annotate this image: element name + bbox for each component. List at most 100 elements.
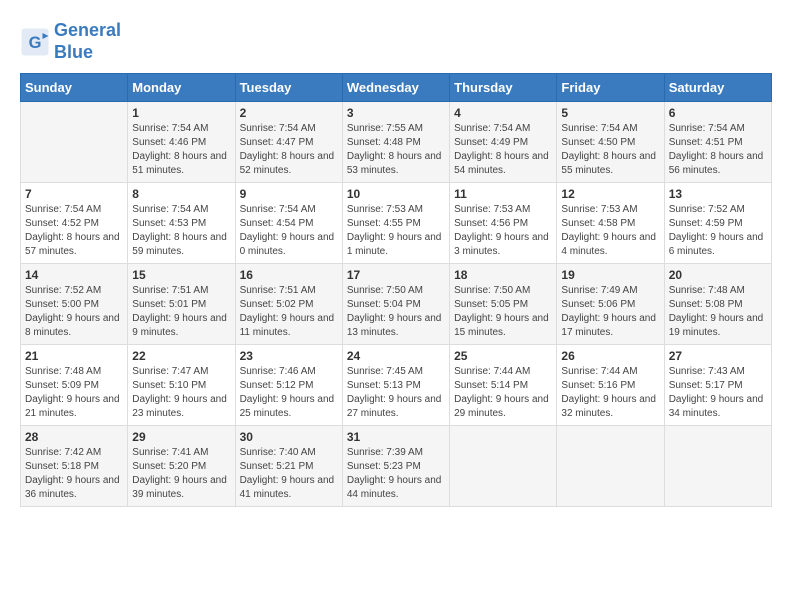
logo: G General Blue	[20, 20, 121, 63]
cell-details: Sunrise: 7:53 AMSunset: 4:56 PMDaylight:…	[454, 203, 552, 259]
day-number: 2	[240, 106, 338, 120]
day-number: 11	[454, 187, 552, 201]
cell-details: Sunrise: 7:54 AMSunset: 4:53 PMDaylight:…	[132, 203, 230, 259]
calendar-cell: 17Sunrise: 7:50 AMSunset: 5:04 PMDayligh…	[342, 264, 449, 345]
calendar-cell: 22 Sunrise: 7:47 AMSunset: 5:10 PMDayligh…	[128, 345, 235, 426]
calendar-cell: 18 Sunrise: 7:50 AMSunset: 5:05 PMDayligh…	[450, 264, 557, 345]
day-number: 4	[454, 106, 552, 120]
weekday-header-row: SundayMondayTuesdayWednesdayThursdayFrid…	[21, 74, 772, 102]
calendar-cell: 23Sunrise: 7:46 AMSunset: 5:12 PMDayligh…	[235, 345, 342, 426]
calendar-cell: 30Sunrise: 7:40 AMSunset: 5:21 PMDayligh…	[235, 426, 342, 507]
cell-details: Sunrise: 7:54 AMSunset: 4:50 PMDaylight:…	[561, 122, 659, 178]
calendar-cell: 2 Sunrise: 7:54 AMSunset: 4:47 PMDaylight…	[235, 102, 342, 183]
calendar-cell: 10 Sunrise: 7:53 AMSunset: 4:55 PMDayligh…	[342, 183, 449, 264]
calendar-cell: 27 Sunrise: 7:43 AMSunset: 5:17 PMDayligh…	[664, 345, 771, 426]
calendar-cell	[664, 426, 771, 507]
calendar-cell: 9Sunrise: 7:54 AMSunset: 4:54 PMDaylight…	[235, 183, 342, 264]
calendar-cell: 1 Sunrise: 7:54 AMSunset: 4:46 PMDaylight…	[128, 102, 235, 183]
cell-details: Sunrise: 7:43 AMSunset: 5:17 PMDaylight:…	[669, 365, 767, 421]
cell-details: Sunrise: 7:53 AMSunset: 4:58 PMDaylight:…	[561, 203, 659, 259]
calendar-cell: 21Sunrise: 7:48 AMSunset: 5:09 PMDayligh…	[21, 345, 128, 426]
cell-details: Sunrise: 7:54 AMSunset: 4:46 PMDaylight:…	[132, 122, 230, 178]
weekday-header-friday: Friday	[557, 74, 664, 102]
cell-details: Sunrise: 7:50 AMSunset: 5:05 PMDaylight:…	[454, 284, 552, 340]
logo-icon: G	[20, 27, 50, 57]
calendar-cell: 19 Sunrise: 7:49 AMSunset: 5:06 PMDayligh…	[557, 264, 664, 345]
cell-details: Sunrise: 7:42 AMSunset: 5:18 PMDaylight:…	[25, 446, 123, 502]
calendar-cell: 29Sunrise: 7:41 AMSunset: 5:20 PMDayligh…	[128, 426, 235, 507]
calendar-cell: 20 Sunrise: 7:48 AMSunset: 5:08 PMDayligh…	[664, 264, 771, 345]
cell-details: Sunrise: 7:49 AMSunset: 5:06 PMDaylight:…	[561, 284, 659, 340]
weekday-header-saturday: Saturday	[664, 74, 771, 102]
weekday-header-wednesday: Wednesday	[342, 74, 449, 102]
day-number: 9	[240, 187, 338, 201]
cell-details: Sunrise: 7:48 AMSunset: 5:09 PMDaylight:…	[25, 365, 123, 421]
day-number: 13	[669, 187, 767, 201]
cell-details: Sunrise: 7:41 AMSunset: 5:20 PMDaylight:…	[132, 446, 230, 502]
cell-details: Sunrise: 7:44 AMSunset: 5:14 PMDaylight:…	[454, 365, 552, 421]
day-number: 1	[132, 106, 230, 120]
weekday-header-tuesday: Tuesday	[235, 74, 342, 102]
calendar-cell: 25 Sunrise: 7:44 AMSunset: 5:14 PMDayligh…	[450, 345, 557, 426]
page-header: G General Blue	[20, 20, 772, 63]
day-number: 15	[132, 268, 230, 282]
cell-details: Sunrise: 7:55 AMSunset: 4:48 PMDaylight:…	[347, 122, 445, 178]
weekday-header-monday: Monday	[128, 74, 235, 102]
calendar-week-row: 14 Sunrise: 7:52 AMSunset: 5:00 PMDayligh…	[21, 264, 772, 345]
cell-details: Sunrise: 7:47 AMSunset: 5:10 PMDaylight:…	[132, 365, 230, 421]
calendar-cell: 7Sunrise: 7:54 AMSunset: 4:52 PMDaylight…	[21, 183, 128, 264]
day-number: 31	[347, 430, 445, 444]
cell-details: Sunrise: 7:39 AMSunset: 5:23 PMDaylight:…	[347, 446, 445, 502]
calendar-cell: 26 Sunrise: 7:44 AMSunset: 5:16 PMDayligh…	[557, 345, 664, 426]
calendar-cell: 31 Sunrise: 7:39 AMSunset: 5:23 PMDayligh…	[342, 426, 449, 507]
calendar-cell: 4 Sunrise: 7:54 AMSunset: 4:49 PMDaylight…	[450, 102, 557, 183]
day-number: 16	[240, 268, 338, 282]
day-number: 10	[347, 187, 445, 201]
logo-text: General Blue	[54, 20, 121, 63]
day-number: 23	[240, 349, 338, 363]
calendar-week-row: 1 Sunrise: 7:54 AMSunset: 4:46 PMDaylight…	[21, 102, 772, 183]
calendar-cell: 11 Sunrise: 7:53 AMSunset: 4:56 PMDayligh…	[450, 183, 557, 264]
calendar-cell: 8 Sunrise: 7:54 AMSunset: 4:53 PMDaylight…	[128, 183, 235, 264]
calendar-cell: 12 Sunrise: 7:53 AMSunset: 4:58 PMDayligh…	[557, 183, 664, 264]
weekday-header-thursday: Thursday	[450, 74, 557, 102]
cell-details: Sunrise: 7:52 AMSunset: 5:00 PMDaylight:…	[25, 284, 123, 340]
calendar-cell	[450, 426, 557, 507]
day-number: 28	[25, 430, 123, 444]
day-number: 27	[669, 349, 767, 363]
day-number: 5	[561, 106, 659, 120]
day-number: 20	[669, 268, 767, 282]
cell-details: Sunrise: 7:51 AMSunset: 5:02 PMDaylight:…	[240, 284, 338, 340]
calendar-cell: 6 Sunrise: 7:54 AMSunset: 4:51 PMDaylight…	[664, 102, 771, 183]
cell-details: Sunrise: 7:53 AMSunset: 4:55 PMDaylight:…	[347, 203, 445, 259]
day-number: 19	[561, 268, 659, 282]
cell-details: Sunrise: 7:51 AMSunset: 5:01 PMDaylight:…	[132, 284, 230, 340]
cell-details: Sunrise: 7:54 AMSunset: 4:49 PMDaylight:…	[454, 122, 552, 178]
cell-details: Sunrise: 7:54 AMSunset: 4:47 PMDaylight:…	[240, 122, 338, 178]
cell-details: Sunrise: 7:45 AMSunset: 5:13 PMDaylight:…	[347, 365, 445, 421]
calendar-week-row: 7Sunrise: 7:54 AMSunset: 4:52 PMDaylight…	[21, 183, 772, 264]
cell-details: Sunrise: 7:52 AMSunset: 4:59 PMDaylight:…	[669, 203, 767, 259]
calendar-cell: 3 Sunrise: 7:55 AMSunset: 4:48 PMDaylight…	[342, 102, 449, 183]
day-number: 8	[132, 187, 230, 201]
day-number: 14	[25, 268, 123, 282]
day-number: 22	[132, 349, 230, 363]
day-number: 24	[347, 349, 445, 363]
day-number: 6	[669, 106, 767, 120]
day-number: 30	[240, 430, 338, 444]
cell-details: Sunrise: 7:50 AMSunset: 5:04 PMDaylight:…	[347, 284, 445, 340]
day-number: 26	[561, 349, 659, 363]
calendar-week-row: 21Sunrise: 7:48 AMSunset: 5:09 PMDayligh…	[21, 345, 772, 426]
day-number: 3	[347, 106, 445, 120]
cell-details: Sunrise: 7:48 AMSunset: 5:08 PMDaylight:…	[669, 284, 767, 340]
day-number: 18	[454, 268, 552, 282]
calendar-table: SundayMondayTuesdayWednesdayThursdayFrid…	[20, 73, 772, 507]
calendar-cell: 24 Sunrise: 7:45 AMSunset: 5:13 PMDayligh…	[342, 345, 449, 426]
cell-details: Sunrise: 7:44 AMSunset: 5:16 PMDaylight:…	[561, 365, 659, 421]
calendar-cell: 16 Sunrise: 7:51 AMSunset: 5:02 PMDayligh…	[235, 264, 342, 345]
svg-text:G: G	[29, 34, 42, 52]
day-number: 12	[561, 187, 659, 201]
day-number: 25	[454, 349, 552, 363]
cell-details: Sunrise: 7:54 AMSunset: 4:51 PMDaylight:…	[669, 122, 767, 178]
calendar-week-row: 28 Sunrise: 7:42 AMSunset: 5:18 PMDayligh…	[21, 426, 772, 507]
